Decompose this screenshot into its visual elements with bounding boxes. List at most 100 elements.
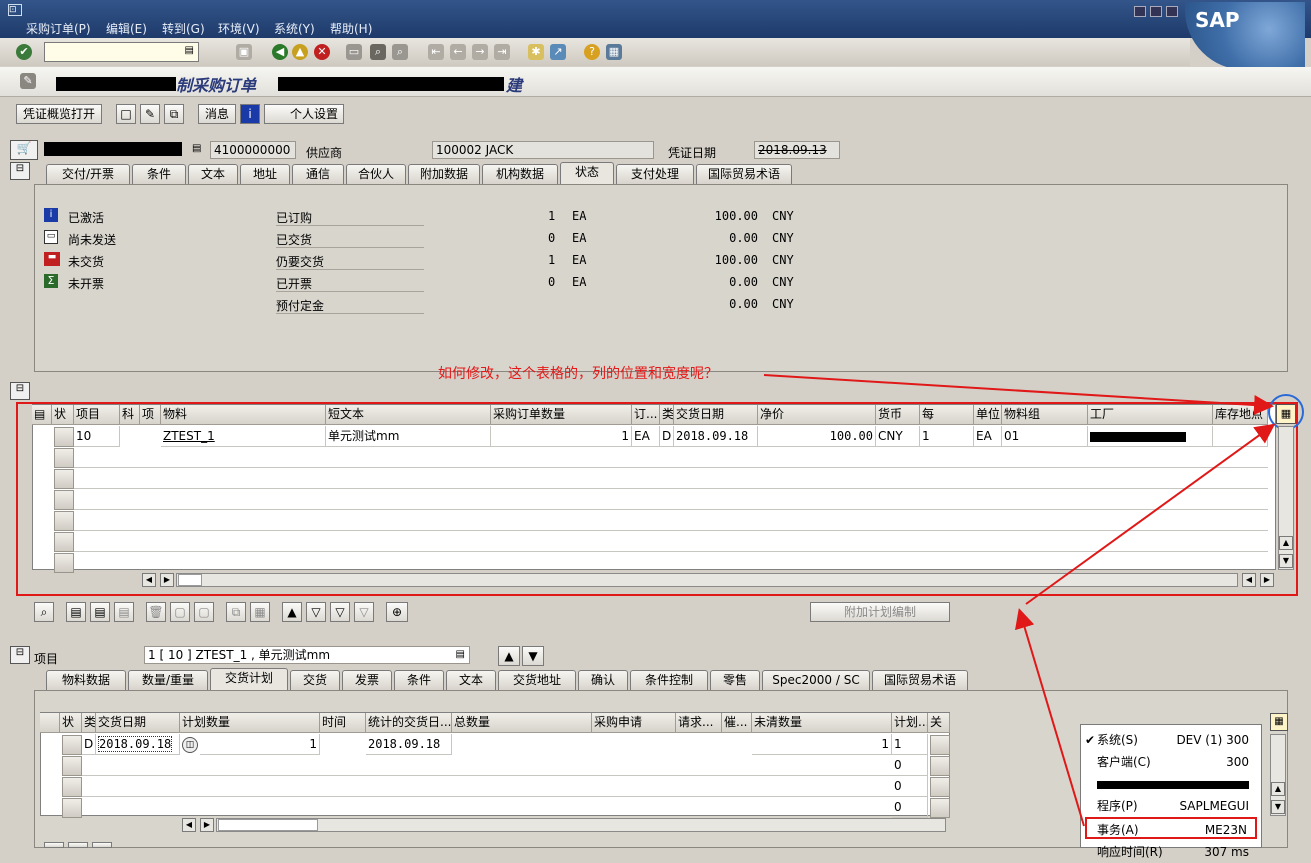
details-icon[interactable] — [44, 842, 64, 848]
scroll-up-button[interactable]: ▲ — [1271, 782, 1285, 796]
tab-address[interactable]: 地址 — [240, 164, 290, 184]
menu-purchase-order[interactable]: 采购订单(P) — [26, 20, 91, 37]
scroll-left-button[interactable]: ◀ — [1242, 573, 1256, 587]
tab-communication[interactable]: 通信 — [292, 164, 344, 184]
cell-net-price[interactable]: 100.00 — [758, 426, 876, 447]
col-header[interactable]: 物料组 — [1002, 405, 1088, 425]
col-header[interactable]: 科 — [120, 405, 140, 425]
menu-edit[interactable]: 编辑(E) — [106, 20, 147, 37]
popup-row[interactable] — [1081, 773, 1263, 795]
horizontal-scrollbar[interactable] — [176, 573, 1238, 587]
last-page-icon[interactable]: ⇥ — [494, 44, 510, 60]
next-item-button[interactable]: ▼ — [522, 646, 544, 666]
prev-item-button[interactable]: ▲ — [498, 646, 520, 666]
cell-short-text[interactable]: 单元测试mm — [326, 426, 491, 447]
row-close-selector[interactable] — [930, 777, 950, 797]
maximize-button[interactable] — [1150, 6, 1162, 17]
personal-settings-button[interactable]: 个人设置 — [264, 104, 344, 124]
col-header[interactable]: 关 — [928, 713, 950, 733]
save-icon[interactable]: ▣ — [236, 44, 252, 60]
command-field[interactable]: ▤ — [44, 42, 199, 62]
row-close-selector[interactable] — [930, 756, 950, 776]
tab-delivery-invoice[interactable]: 交付/开票 — [46, 164, 130, 184]
row-selector[interactable] — [54, 448, 74, 468]
col-header[interactable]: 未清数量 — [752, 713, 892, 733]
cell-open-qty[interactable]: 1 — [752, 734, 892, 755]
create-icon[interactable]: □ — [116, 104, 136, 124]
tab-partners[interactable]: 合伙人 — [346, 164, 406, 184]
doc-date-field[interactable]: 2018.09.13 — [754, 141, 840, 159]
minimize-button[interactable] — [1134, 6, 1146, 17]
more-icon[interactable]: ⊕ — [386, 602, 408, 622]
cell-plan[interactable]: 0 — [892, 797, 928, 818]
cell-material[interactable]: ZTEST_1 — [161, 426, 326, 447]
scroll-left-button[interactable]: ◀ — [182, 818, 196, 832]
date-value[interactable]: 2018.09.18 — [98, 736, 173, 752]
tab-conditions[interactable]: 条件 — [132, 164, 186, 184]
sort-icon[interactable]: ▲ — [282, 602, 302, 622]
select-all-icon[interactable] — [68, 842, 88, 848]
scroll-left-button[interactable]: ◀ — [142, 573, 156, 587]
col-header[interactable]: 催... — [722, 713, 752, 733]
cell-storage-loc[interactable] — [1213, 426, 1268, 447]
tab-material-data[interactable]: 物料数据 — [46, 670, 126, 690]
display-change-icon[interactable]: ✎ — [20, 73, 36, 89]
scroll-right-button[interactable]: ▶ — [200, 818, 214, 832]
row-selector[interactable] — [54, 469, 74, 489]
popup-row[interactable]: ✔ 系统(S) DEV (1) 300 — [1081, 729, 1263, 751]
details-icon[interactable]: ⌕ — [34, 602, 54, 622]
tab-incoterms[interactable]: 国际贸易术语 — [696, 164, 792, 184]
tab-texts[interactable]: 文本 — [446, 670, 496, 690]
popup-row[interactable]: 响应时间(R) 307 ms — [1081, 841, 1263, 863]
exit-icon[interactable]: ▲ — [292, 44, 308, 60]
col-header[interactable]: 单位 — [974, 405, 1002, 425]
tab-additional-data[interactable]: 附加数据 — [408, 164, 480, 184]
tab-payment[interactable]: 支付处理 — [616, 164, 694, 184]
tab-delivery-address[interactable]: 交货地址 — [498, 670, 576, 690]
col-header[interactable]: 净价 — [758, 405, 876, 425]
row-selector[interactable] — [54, 553, 74, 573]
cancel-icon[interactable]: ✕ — [314, 44, 330, 60]
popup-row[interactable]: 客户端(C) 300 — [1081, 751, 1263, 773]
cell-plan[interactable]: 0 — [892, 755, 928, 776]
cell-unit[interactable]: EA — [974, 426, 1002, 447]
col-header[interactable]: 时间 — [320, 713, 366, 733]
close-button[interactable] — [1166, 6, 1178, 17]
row-selector[interactable] — [54, 532, 74, 552]
cell-deliv-date[interactable]: 2018.09.18 — [674, 426, 758, 447]
tab-qty-weight[interactable]: 数量/重量 — [128, 670, 208, 690]
filter-icon[interactable]: ▽ — [306, 602, 326, 622]
menu-environment[interactable]: 环境(V) — [218, 20, 260, 37]
col-header[interactable]: 工厂 — [1088, 405, 1213, 425]
collapse-items-icon[interactable]: ⊟ — [10, 382, 30, 400]
scroll-thumb[interactable] — [178, 574, 202, 586]
menu-help[interactable]: 帮助(H) — [330, 20, 372, 37]
deselect-all-icon[interactable]: ▤ — [90, 602, 110, 622]
horizontal-scrollbar[interactable] — [216, 818, 946, 832]
copy-row-icon[interactable]: ▤ — [114, 602, 134, 622]
col-header[interactable]: 物料 — [161, 405, 326, 425]
new-session-icon[interactable]: ✱ — [528, 44, 544, 60]
cell-cat[interactable]: D — [82, 734, 96, 755]
col-header[interactable]: 类 — [82, 713, 96, 733]
scroll-right-button[interactable]: ▶ — [1260, 573, 1274, 587]
col-header[interactable]: 状 — [60, 713, 82, 733]
info-icon[interactable]: i — [240, 104, 260, 124]
col-header[interactable]: 统计的交货日... — [366, 713, 452, 733]
tab-condition-control[interactable]: 条件控制 — [630, 670, 708, 690]
unlock-icon[interactable]: ▢ — [194, 602, 214, 622]
document-overview-button[interactable]: 凭证概览打开 — [16, 104, 102, 124]
print-icon[interactable]: ▭ — [346, 44, 362, 60]
col-header[interactable]: 项目 — [74, 405, 120, 425]
tab-conditions[interactable]: 条件 — [394, 670, 444, 690]
cell-mat-group[interactable]: 01 — [1002, 426, 1088, 447]
lock-icon[interactable]: ▢ — [170, 602, 190, 622]
col-header[interactable]: 货币 — [876, 405, 920, 425]
first-page-icon[interactable]: ⇤ — [428, 44, 444, 60]
col-header[interactable]: 采购申请 — [592, 713, 676, 733]
enter-icon[interactable]: ✔ — [16, 44, 32, 60]
additional-planning-button[interactable]: 附加计划编制 — [810, 602, 950, 622]
po-number-field[interactable]: 4100000000 — [210, 141, 296, 159]
find-next-icon[interactable]: ⌕ — [392, 44, 408, 60]
material-link[interactable]: ZTEST_1 — [163, 429, 215, 443]
